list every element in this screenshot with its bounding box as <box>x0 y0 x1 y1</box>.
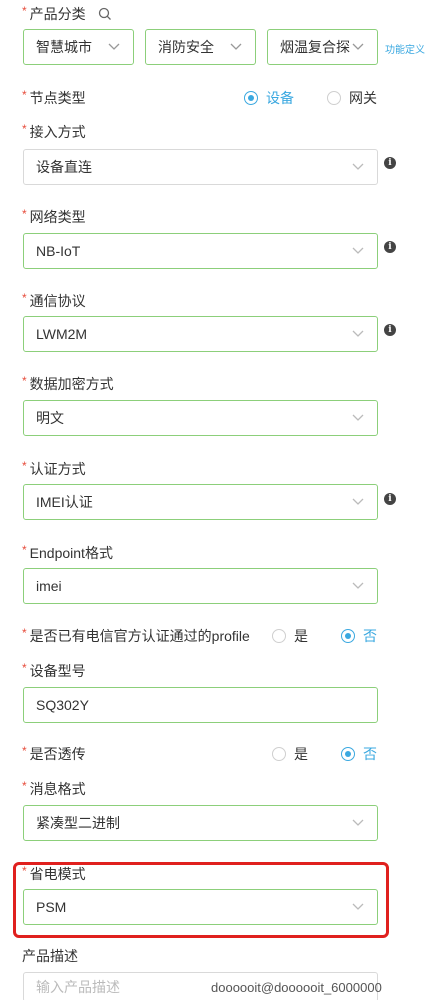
profile-radio-yes[interactable]: 是 <box>272 626 308 646</box>
model-label: * 设备型号 <box>22 661 86 679</box>
chevron-down-icon <box>351 327 365 341</box>
passthrough-label: * 是否透传 <box>22 744 86 762</box>
profile-radio-no[interactable]: 否 <box>341 626 377 646</box>
access-mode-select[interactable]: 设备直连 <box>23 149 378 185</box>
chevron-down-icon <box>107 40 121 54</box>
chevron-down-icon <box>351 816 365 830</box>
function-definition-link[interactable]: 功能定义 <box>385 41 425 56</box>
category-label: * 产品分类 <box>22 4 112 24</box>
power-mode-label: * 省电模式 <box>22 864 86 882</box>
category-select-2[interactable]: 消防安全 <box>145 29 256 65</box>
watermark: doooooit@doooooit_6000000 <box>211 980 382 995</box>
radio-checked-icon <box>341 629 355 643</box>
encryption-label: * 数据加密方式 <box>22 374 114 392</box>
radio-unchecked-icon <box>327 91 341 105</box>
chevron-down-icon <box>351 411 365 425</box>
profile-label: * 是否已有电信官方认证通过的profile <box>22 626 250 644</box>
chevron-down-icon <box>351 244 365 258</box>
category-select-3[interactable]: 烟温复合探 <box>267 29 378 65</box>
network-type-label: * 网络类型 <box>22 207 86 225</box>
model-input[interactable]: SQ302Y <box>23 687 378 723</box>
encryption-select[interactable]: 明文 <box>23 400 378 436</box>
radio-unchecked-icon <box>272 629 286 643</box>
chevron-down-icon <box>351 900 365 914</box>
info-icon[interactable]: i <box>384 493 396 505</box>
power-mode-select[interactable]: PSM <box>23 889 378 925</box>
access-mode-label: * 接入方式 <box>22 122 86 140</box>
info-icon[interactable]: i <box>384 241 396 253</box>
chevron-down-icon <box>351 579 365 593</box>
chevron-down-icon <box>351 40 365 54</box>
network-type-select[interactable]: NB-IoT <box>23 233 378 269</box>
radio-checked-icon <box>341 747 355 761</box>
radio-checked-icon <box>244 91 258 105</box>
protocol-label: * 通信协议 <box>22 291 86 309</box>
radio-unchecked-icon <box>272 747 286 761</box>
node-type-radio-device[interactable]: 设备 <box>244 88 294 108</box>
message-format-label: * 消息格式 <box>22 779 86 797</box>
endpoint-format-select[interactable]: imei <box>23 568 378 604</box>
auth-mode-select[interactable]: IMEI认证 <box>23 484 378 520</box>
passthrough-radio-yes[interactable]: 是 <box>272 744 308 764</box>
chevron-down-icon <box>351 160 365 174</box>
auth-mode-label: * 认证方式 <box>22 459 86 477</box>
info-icon[interactable]: i <box>384 157 396 169</box>
message-format-select[interactable]: 紧凑型二进制 <box>23 805 378 841</box>
node-type-label: * 节点类型 <box>22 88 86 106</box>
info-icon[interactable]: i <box>384 324 396 336</box>
search-icon[interactable] <box>98 7 112 24</box>
description-label: 产品描述 <box>22 948 78 964</box>
category-select-1[interactable]: 智慧城市 <box>23 29 134 65</box>
chevron-down-icon <box>229 40 243 54</box>
protocol-select[interactable]: LWM2M <box>23 316 378 352</box>
chevron-down-icon <box>351 495 365 509</box>
passthrough-radio-no[interactable]: 否 <box>341 744 377 764</box>
endpoint-format-label: * Endpoint格式 <box>22 543 113 561</box>
node-type-radio-gateway[interactable]: 网关 <box>327 88 377 108</box>
